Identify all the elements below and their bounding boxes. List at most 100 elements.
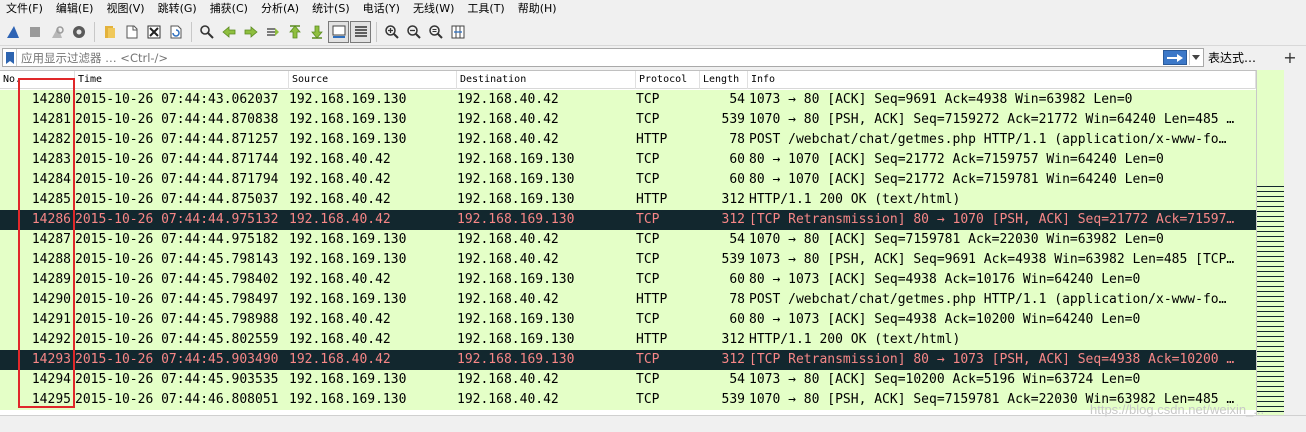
packet-source: 192.168.40.42 — [289, 192, 391, 207]
menu-view[interactable]: 视图(V) — [100, 0, 151, 18]
bottom-pane-divider[interactable] — [0, 415, 1306, 432]
display-filter-input[interactable] — [17, 49, 1117, 66]
packet-rows: 14280 2015-10-26 07:44:43.062037 192.168… — [0, 90, 1256, 410]
packet-no: 14286 — [31, 212, 71, 227]
packet-row[interactable]: 14282 2015-10-26 07:44:44.871257 192.168… — [0, 130, 1256, 150]
packet-no: 14295 — [31, 392, 71, 407]
packet-destination: 192.168.40.42 — [457, 292, 559, 307]
apply-filter-button[interactable] — [1163, 50, 1187, 65]
reload-file-button[interactable] — [165, 21, 186, 43]
packet-length: 60 — [729, 152, 745, 167]
packet-no: 14287 — [31, 232, 71, 247]
auto-scroll-button[interactable] — [328, 20, 349, 43]
packet-protocol: HTTP — [636, 292, 668, 307]
packet-row[interactable]: 14295 2015-10-26 07:44:46.808051 192.168… — [0, 390, 1256, 410]
zoom-out-icon — [406, 24, 421, 39]
menu-telephony[interactable]: 电话(Y) — [357, 0, 407, 18]
packet-row[interactable]: 14289 2015-10-26 07:44:45.798402 192.168… — [0, 270, 1256, 290]
packet-protocol: TCP — [636, 172, 660, 187]
packet-row[interactable]: 14283 2015-10-26 07:44:44.871744 192.168… — [0, 150, 1256, 170]
zoom-out-button[interactable] — [403, 21, 424, 43]
go-first-button[interactable] — [284, 21, 305, 43]
menu-statistics[interactable]: 统计(S) — [306, 0, 357, 18]
go-last-icon — [310, 25, 323, 39]
resize-columns-button[interactable] — [447, 21, 468, 43]
reload-file-icon — [170, 25, 181, 38]
packet-no: 14293 — [31, 352, 71, 367]
filter-history-dropdown[interactable] — [1189, 50, 1202, 65]
shark-fin-start-icon — [6, 25, 19, 38]
capture-options-button[interactable] — [68, 21, 89, 43]
packet-row[interactable]: 14294 2015-10-26 07:44:45.903535 192.168… — [0, 370, 1256, 390]
packet-time: 2015-10-26 07:44:44.875037 — [75, 192, 279, 207]
menu-help[interactable]: 帮助(H) — [512, 0, 564, 18]
packet-row[interactable]: 14287 2015-10-26 07:44:44.975182 192.168… — [0, 230, 1256, 250]
packet-row[interactable]: 14285 2015-10-26 07:44:44.875037 192.168… — [0, 190, 1256, 210]
packet-row-retransmission[interactable]: 14286 2015-10-26 07:44:44.975132 192.168… — [0, 210, 1256, 230]
packet-source: 192.168.40.42 — [289, 172, 391, 187]
expression-button[interactable]: 表达式… — [1208, 49, 1256, 67]
column-header-length[interactable]: Length — [700, 71, 748, 89]
packet-source: 192.168.40.42 — [289, 212, 391, 227]
packet-row[interactable]: 14291 2015-10-26 07:44:45.798988 192.168… — [0, 310, 1256, 330]
packet-row[interactable]: 14281 2015-10-26 07:44:44.870838 192.168… — [0, 110, 1256, 130]
go-to-packet-button[interactable] — [262, 21, 283, 43]
menu-capture[interactable]: 捕获(C) — [204, 0, 255, 18]
menu-wireless[interactable]: 无线(W) — [407, 0, 461, 18]
column-header-info[interactable]: Info — [748, 71, 1256, 89]
packet-protocol: TCP — [636, 272, 660, 287]
filter-bookmark-button[interactable] — [3, 49, 17, 66]
save-file-button[interactable] — [121, 21, 142, 43]
column-header-source[interactable]: Source — [289, 71, 457, 89]
packet-row-retransmission[interactable]: 14293 2015-10-26 07:44:45.903490 192.168… — [0, 350, 1256, 370]
menu-analyze[interactable]: 分析(A) — [255, 0, 306, 18]
packet-info: POST /webchat/chat/getmes.php HTTP/1.1 (… — [749, 132, 1227, 147]
chevron-down-icon — [1192, 54, 1200, 60]
packet-time: 2015-10-26 07:44:46.808051 — [75, 392, 279, 407]
packet-info: 80 → 1070 [ACK] Seq=21772 Ack=7159757 Wi… — [749, 152, 1164, 167]
go-forward-button[interactable] — [240, 21, 261, 43]
colorize-button[interactable] — [350, 20, 371, 43]
go-last-button[interactable] — [306, 21, 327, 43]
packet-row[interactable]: 14280 2015-10-26 07:44:43.062037 192.168… — [0, 90, 1256, 110]
packet-info: [TCP Retransmission] 80 → 1073 [PSH, ACK… — [749, 352, 1235, 367]
menu-edit[interactable]: 编辑(E) — [50, 0, 101, 18]
packet-destination: 192.168.169.130 — [457, 192, 575, 207]
column-header-destination[interactable]: Destination — [457, 71, 636, 89]
restart-capture-icon — [51, 25, 64, 38]
stop-capture-button[interactable] — [24, 21, 45, 43]
go-back-icon — [221, 25, 235, 38]
column-header-no[interactable]: No. — [0, 71, 75, 89]
packet-length: 312 — [721, 352, 745, 367]
packet-length: 539 — [721, 112, 745, 127]
open-file-button[interactable] — [99, 21, 120, 43]
toolbar-separator — [94, 21, 95, 42]
packet-minimap-scrollbar[interactable] — [1256, 70, 1284, 415]
add-filter-button[interactable]: + — [1282, 49, 1298, 67]
menu-file[interactable]: 文件(F) — [0, 0, 50, 18]
find-packet-button[interactable] — [196, 21, 217, 43]
bookmark-icon — [5, 51, 14, 64]
menu-go[interactable]: 跳转(G) — [152, 0, 204, 18]
packet-destination: 192.168.169.130 — [457, 312, 575, 327]
packet-protocol: TCP — [636, 352, 660, 367]
packet-source: 192.168.40.42 — [289, 272, 391, 287]
zoom-in-button[interactable] — [381, 21, 402, 43]
start-capture-button[interactable] — [2, 21, 23, 43]
restart-capture-button[interactable] — [46, 21, 67, 43]
packet-source: 192.168.169.130 — [289, 92, 407, 107]
packet-info: 1073 → 80 [PSH, ACK] Seq=9691 Ack=4938 W… — [749, 252, 1235, 267]
packet-row[interactable]: 14288 2015-10-26 07:44:45.798143 192.168… — [0, 250, 1256, 270]
column-header-protocol[interactable]: Protocol — [636, 71, 700, 89]
column-header-time[interactable]: Time — [75, 71, 289, 89]
toolbar-separator — [376, 21, 377, 42]
packet-row[interactable]: 14284 2015-10-26 07:44:44.871794 192.168… — [0, 170, 1256, 190]
packet-row[interactable]: 14290 2015-10-26 07:44:45.798497 192.168… — [0, 290, 1256, 310]
close-file-button[interactable] — [143, 21, 164, 43]
go-first-icon — [288, 24, 301, 38]
menu-tools[interactable]: 工具(T) — [461, 0, 511, 18]
packet-row[interactable]: 14292 2015-10-26 07:44:45.802559 192.168… — [0, 330, 1256, 350]
zoom-normal-button[interactable] — [425, 21, 446, 43]
menu-bar: 文件(F) 编辑(E) 视图(V) 跳转(G) 捕获(C) 分析(A) 统计(S… — [0, 0, 1306, 18]
go-back-button[interactable] — [218, 21, 239, 43]
